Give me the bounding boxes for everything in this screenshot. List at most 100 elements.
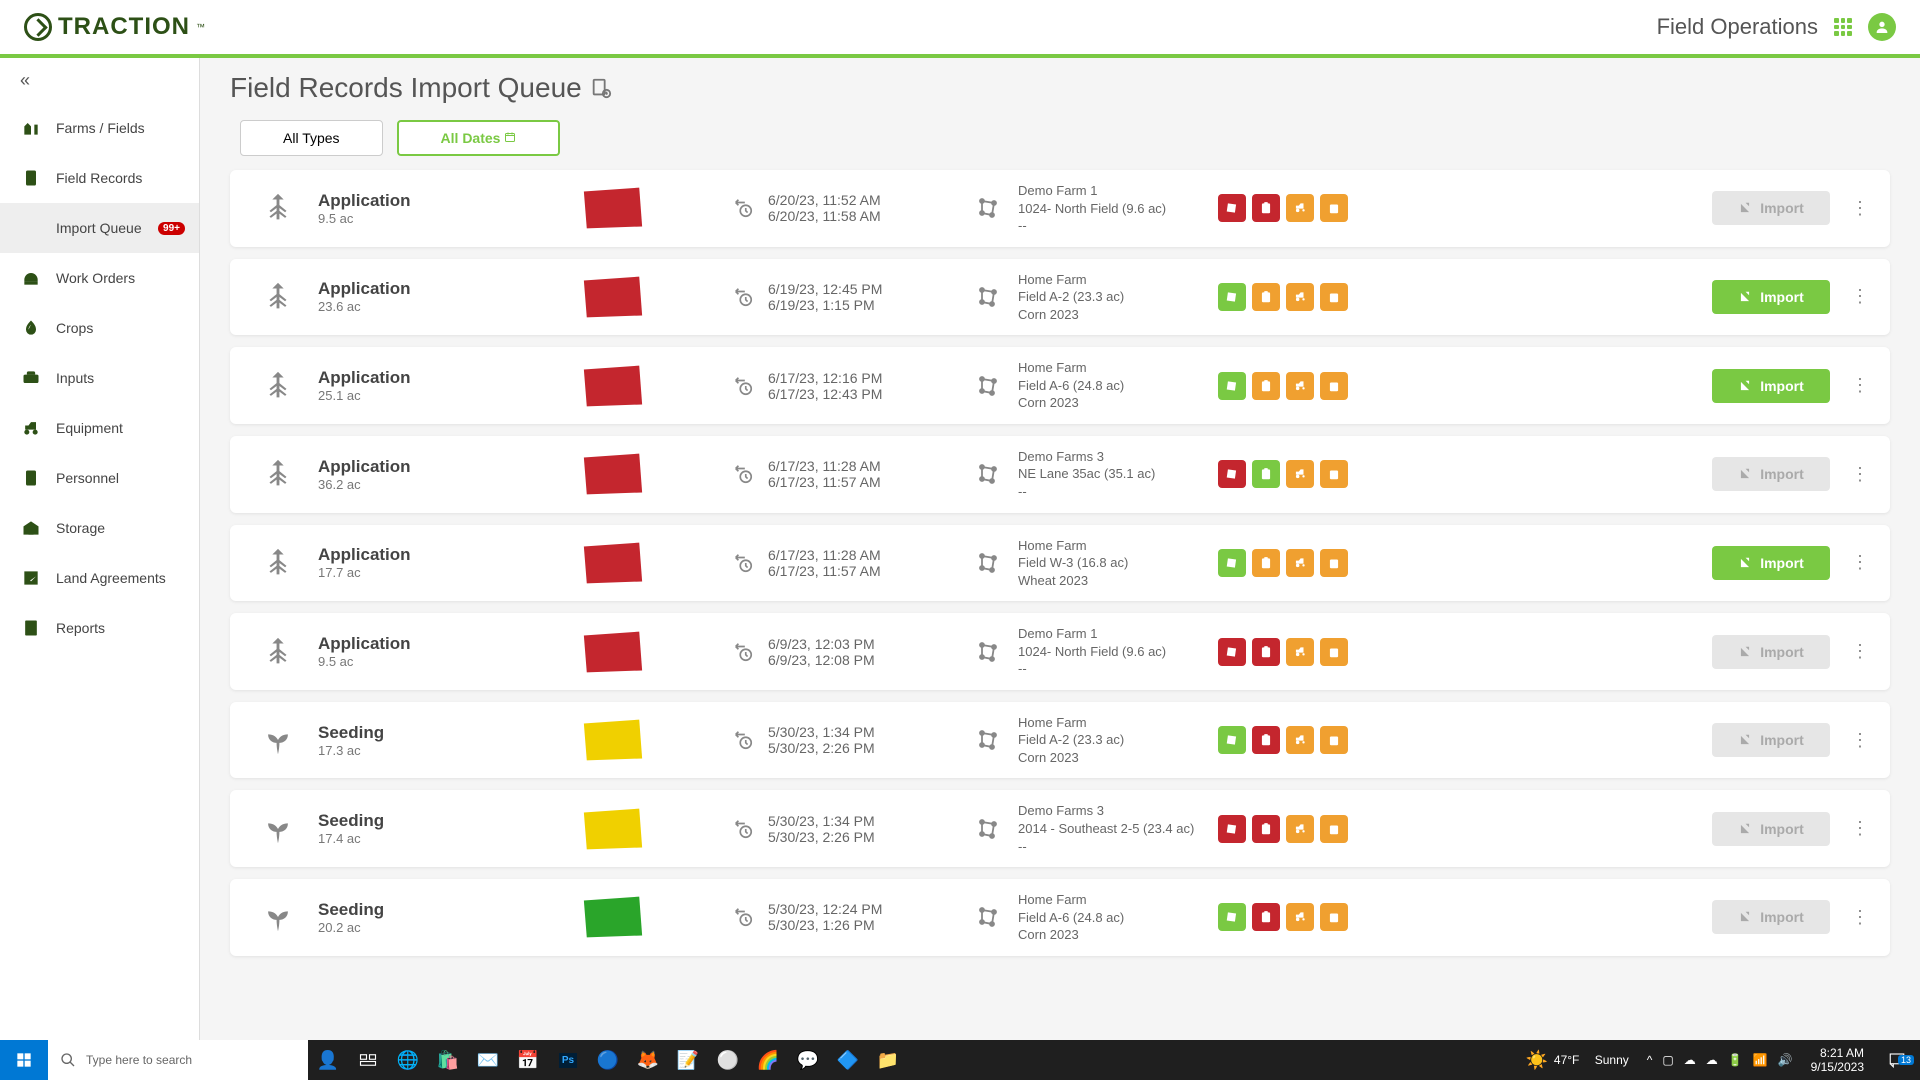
status-person-icon[interactable] — [1320, 460, 1348, 488]
tb-cortana[interactable]: 👤 — [308, 1040, 348, 1080]
status-person-icon[interactable] — [1320, 283, 1348, 311]
tb-photoshop[interactable]: Ps — [548, 1040, 588, 1080]
tb-explorer[interactable]: 📁 — [868, 1040, 908, 1080]
tb-calendar[interactable]: 📅 — [508, 1040, 548, 1080]
tb-taskview[interactable] — [348, 1040, 388, 1080]
status-clip-icon[interactable] — [1252, 638, 1280, 666]
status-field-icon[interactable] — [1218, 372, 1246, 400]
more-menu-button[interactable]: ⋮ — [1848, 818, 1872, 839]
tb-app2[interactable]: 🔷 — [828, 1040, 868, 1080]
status-person-icon[interactable] — [1320, 726, 1348, 754]
filter-all-dates[interactable]: All Dates — [397, 120, 561, 156]
tb-notepad[interactable]: 📝 — [668, 1040, 708, 1080]
more-menu-button[interactable]: ⋮ — [1848, 730, 1872, 751]
status-equip-icon[interactable] — [1286, 903, 1314, 931]
sidebar-item-personnel[interactable]: Personnel — [0, 453, 199, 503]
status-clip-icon[interactable] — [1252, 726, 1280, 754]
status-equip-icon[interactable] — [1286, 726, 1314, 754]
tb-app1[interactable]: ⚪ — [708, 1040, 748, 1080]
status-field-icon[interactable] — [1218, 726, 1246, 754]
status-person-icon[interactable] — [1320, 638, 1348, 666]
tb-chrome[interactable]: 🔵 — [588, 1040, 628, 1080]
sidebar-item-equipment[interactable]: Equipment — [0, 403, 199, 453]
import-button[interactable]: Import — [1712, 280, 1830, 314]
status-clip-icon[interactable] — [1252, 903, 1280, 931]
sidebar-item-import-queue[interactable]: Import Queue99+ — [0, 203, 199, 253]
more-menu-button[interactable]: ⋮ — [1848, 375, 1872, 396]
status-clip-icon[interactable] — [1252, 283, 1280, 311]
status-field-icon[interactable] — [1218, 638, 1246, 666]
status-clip-icon[interactable] — [1252, 460, 1280, 488]
more-menu-button[interactable]: ⋮ — [1848, 641, 1872, 662]
status-person-icon[interactable] — [1320, 903, 1348, 931]
start-button[interactable] — [0, 1040, 48, 1080]
import-button: Import — [1712, 812, 1830, 846]
brand-logo[interactable]: TRACTION™ — [24, 13, 205, 41]
tray-meet-icon[interactable]: ▢ — [1662, 1053, 1673, 1067]
more-menu-button[interactable]: ⋮ — [1848, 907, 1872, 928]
status-person-icon[interactable] — [1320, 815, 1348, 843]
status-field-icon[interactable] — [1218, 903, 1246, 931]
status-indicators — [1218, 726, 1378, 754]
filter-all-types[interactable]: All Types — [240, 120, 383, 156]
tb-edge[interactable]: 🌐 — [388, 1040, 428, 1080]
status-equip-icon[interactable] — [1286, 549, 1314, 577]
status-clip-icon[interactable] — [1252, 549, 1280, 577]
status-indicators — [1218, 372, 1378, 400]
status-person-icon[interactable] — [1320, 549, 1348, 577]
taskbar-search[interactable]: Type here to search — [48, 1040, 308, 1080]
sidebar-item-crops[interactable]: Crops — [0, 303, 199, 353]
taskbar-weather[interactable]: ☀️47°F Sunny — [1515, 1050, 1638, 1071]
time-range-icon — [728, 286, 758, 308]
sidebar-item-land-agreements[interactable]: Land Agreements — [0, 553, 199, 603]
tray-wifi-icon[interactable]: 📶 — [1753, 1053, 1768, 1067]
tb-slack[interactable]: 💬 — [788, 1040, 828, 1080]
status-equip-icon[interactable] — [1286, 372, 1314, 400]
sidebar-item-reports[interactable]: Reports — [0, 603, 199, 653]
status-field-icon[interactable] — [1218, 460, 1246, 488]
tray-battery-icon[interactable]: 🔋 — [1728, 1053, 1743, 1067]
status-equip-icon[interactable] — [1286, 460, 1314, 488]
sidebar-collapse-button[interactable]: « — [0, 58, 199, 103]
tray-chevron-up-icon[interactable]: ^ — [1647, 1053, 1653, 1067]
time-range-icon — [728, 906, 758, 928]
status-equip-icon[interactable] — [1286, 283, 1314, 311]
sidebar-item-work-orders[interactable]: Work Orders — [0, 253, 199, 303]
status-clip-icon[interactable] — [1252, 194, 1280, 222]
apps-grid-icon[interactable] — [1834, 18, 1852, 36]
status-field-icon[interactable] — [1218, 283, 1246, 311]
user-avatar-icon[interactable] — [1868, 13, 1896, 41]
more-menu-button[interactable]: ⋮ — [1848, 464, 1872, 485]
sidebar-item-field-records[interactable]: Field Records — [0, 153, 199, 203]
import-button[interactable]: Import — [1712, 546, 1830, 580]
tb-firefox[interactable]: 🦊 — [628, 1040, 668, 1080]
record-row: Seeding17.4 ac5/30/23, 1:34 PM5/30/23, 2… — [230, 790, 1890, 867]
status-clip-icon[interactable] — [1252, 815, 1280, 843]
tb-chrome2[interactable]: 🌈 — [748, 1040, 788, 1080]
sidebar-item-inputs[interactable]: Inputs — [0, 353, 199, 403]
more-menu-button[interactable]: ⋮ — [1848, 198, 1872, 219]
taskbar-notifications[interactable]: 13 — [1874, 1051, 1920, 1069]
import-icon — [1738, 379, 1752, 393]
tray-onedrive-icon[interactable]: ☁ — [1684, 1053, 1696, 1067]
status-field-icon[interactable] — [1218, 815, 1246, 843]
sidebar-item-farms-fields[interactable]: Farms / Fields — [0, 103, 199, 153]
sun-icon: ☀️ — [1525, 1050, 1547, 1071]
status-field-icon[interactable] — [1218, 549, 1246, 577]
status-equip-icon[interactable] — [1286, 815, 1314, 843]
status-equip-icon[interactable] — [1286, 194, 1314, 222]
taskbar-clock[interactable]: 8:21 AM9/15/2023 — [1801, 1046, 1874, 1075]
more-menu-button[interactable]: ⋮ — [1848, 286, 1872, 307]
tray-cloud-icon[interactable]: ☁ — [1706, 1053, 1718, 1067]
import-button[interactable]: Import — [1712, 369, 1830, 403]
tray-volume-icon[interactable]: 🔊 — [1778, 1053, 1793, 1067]
status-person-icon[interactable] — [1320, 372, 1348, 400]
more-menu-button[interactable]: ⋮ — [1848, 552, 1872, 573]
status-field-icon[interactable] — [1218, 194, 1246, 222]
tb-store[interactable]: 🛍️ — [428, 1040, 468, 1080]
tb-mail[interactable]: ✉️ — [468, 1040, 508, 1080]
status-person-icon[interactable] — [1320, 194, 1348, 222]
status-equip-icon[interactable] — [1286, 638, 1314, 666]
status-clip-icon[interactable] — [1252, 372, 1280, 400]
sidebar-item-storage[interactable]: Storage — [0, 503, 199, 553]
